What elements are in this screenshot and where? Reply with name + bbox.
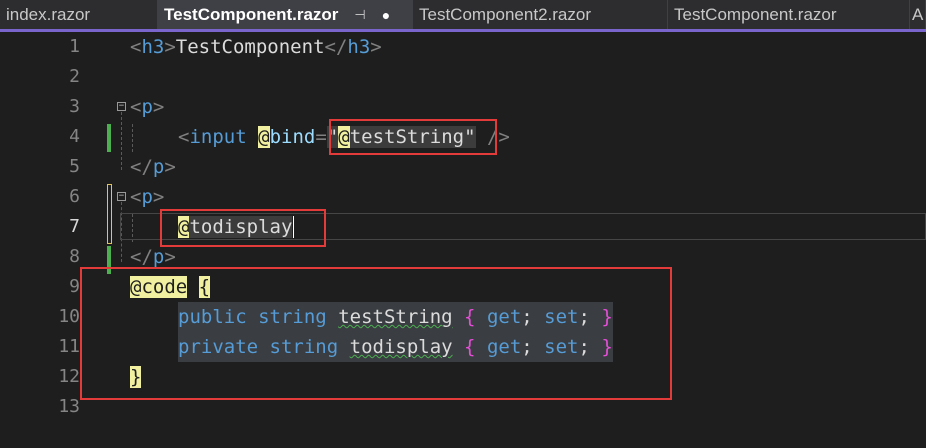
code-line-7-current[interactable]: 7 @todisplay (0, 212, 926, 242)
line-number: 6 (69, 186, 80, 207)
tab-testcomponent2-razor[interactable]: TestComponent2.razor (413, 0, 668, 29)
code-text: <p> (130, 186, 165, 208)
line-number: 8 (69, 246, 80, 267)
line-number: 13 (58, 396, 80, 417)
tab-testcomponent-razor[interactable]: TestComponent.razor (668, 0, 910, 29)
line-number: 10 (58, 306, 80, 327)
code-text: <h3>TestComponent</h3> (130, 36, 382, 58)
pin-icon[interactable]: ⊣ (354, 7, 365, 23)
code-text: <p> (130, 96, 165, 118)
tab-testcomponent-razor-active[interactable]: TestComponent.razor ⊣ ● (158, 0, 413, 29)
line-number: 5 (69, 156, 80, 177)
code-line-2[interactable]: 2 (0, 62, 926, 92)
line-number: 9 (69, 276, 80, 297)
line-number: 4 (69, 126, 80, 147)
annotation-box-todisplay (160, 209, 326, 247)
line-number: 11 (58, 336, 80, 357)
line-number: 1 (69, 36, 80, 57)
code-line-5[interactable]: 5 </p> (0, 152, 926, 182)
code-text: </p> (130, 156, 176, 178)
tab-label: TestComponent.razor (674, 4, 837, 24)
line-number: 7 (69, 216, 80, 237)
code-line-6[interactable]: 6 <p> (0, 182, 926, 212)
unsaved-dot-icon[interactable]: ● (382, 7, 390, 23)
code-editor[interactable]: − − 1 <h3>TestComponent</h3> 2 3 <p> 4 <… (0, 32, 926, 448)
tab-label: index.razor (6, 4, 91, 24)
code-line-3[interactable]: 3 <p> (0, 92, 926, 122)
tab-label: TestComponent.razor (164, 4, 339, 24)
tab-label: A (912, 4, 924, 24)
tab-strip: index.razor TestComponent.razor ⊣ ● Test… (0, 0, 926, 32)
line-number: 3 (69, 96, 80, 117)
tab-label: TestComponent2.razor (419, 4, 591, 24)
code-line-1[interactable]: 1 <h3>TestComponent</h3> (0, 32, 926, 62)
line-number: 12 (58, 366, 80, 387)
line-number: 2 (69, 66, 80, 87)
tab-overflow[interactable]: A (910, 0, 926, 29)
annotation-box-teststring (329, 119, 497, 155)
tab-index-razor[interactable]: index.razor (0, 0, 158, 29)
annotation-box-code-block (80, 267, 672, 400)
